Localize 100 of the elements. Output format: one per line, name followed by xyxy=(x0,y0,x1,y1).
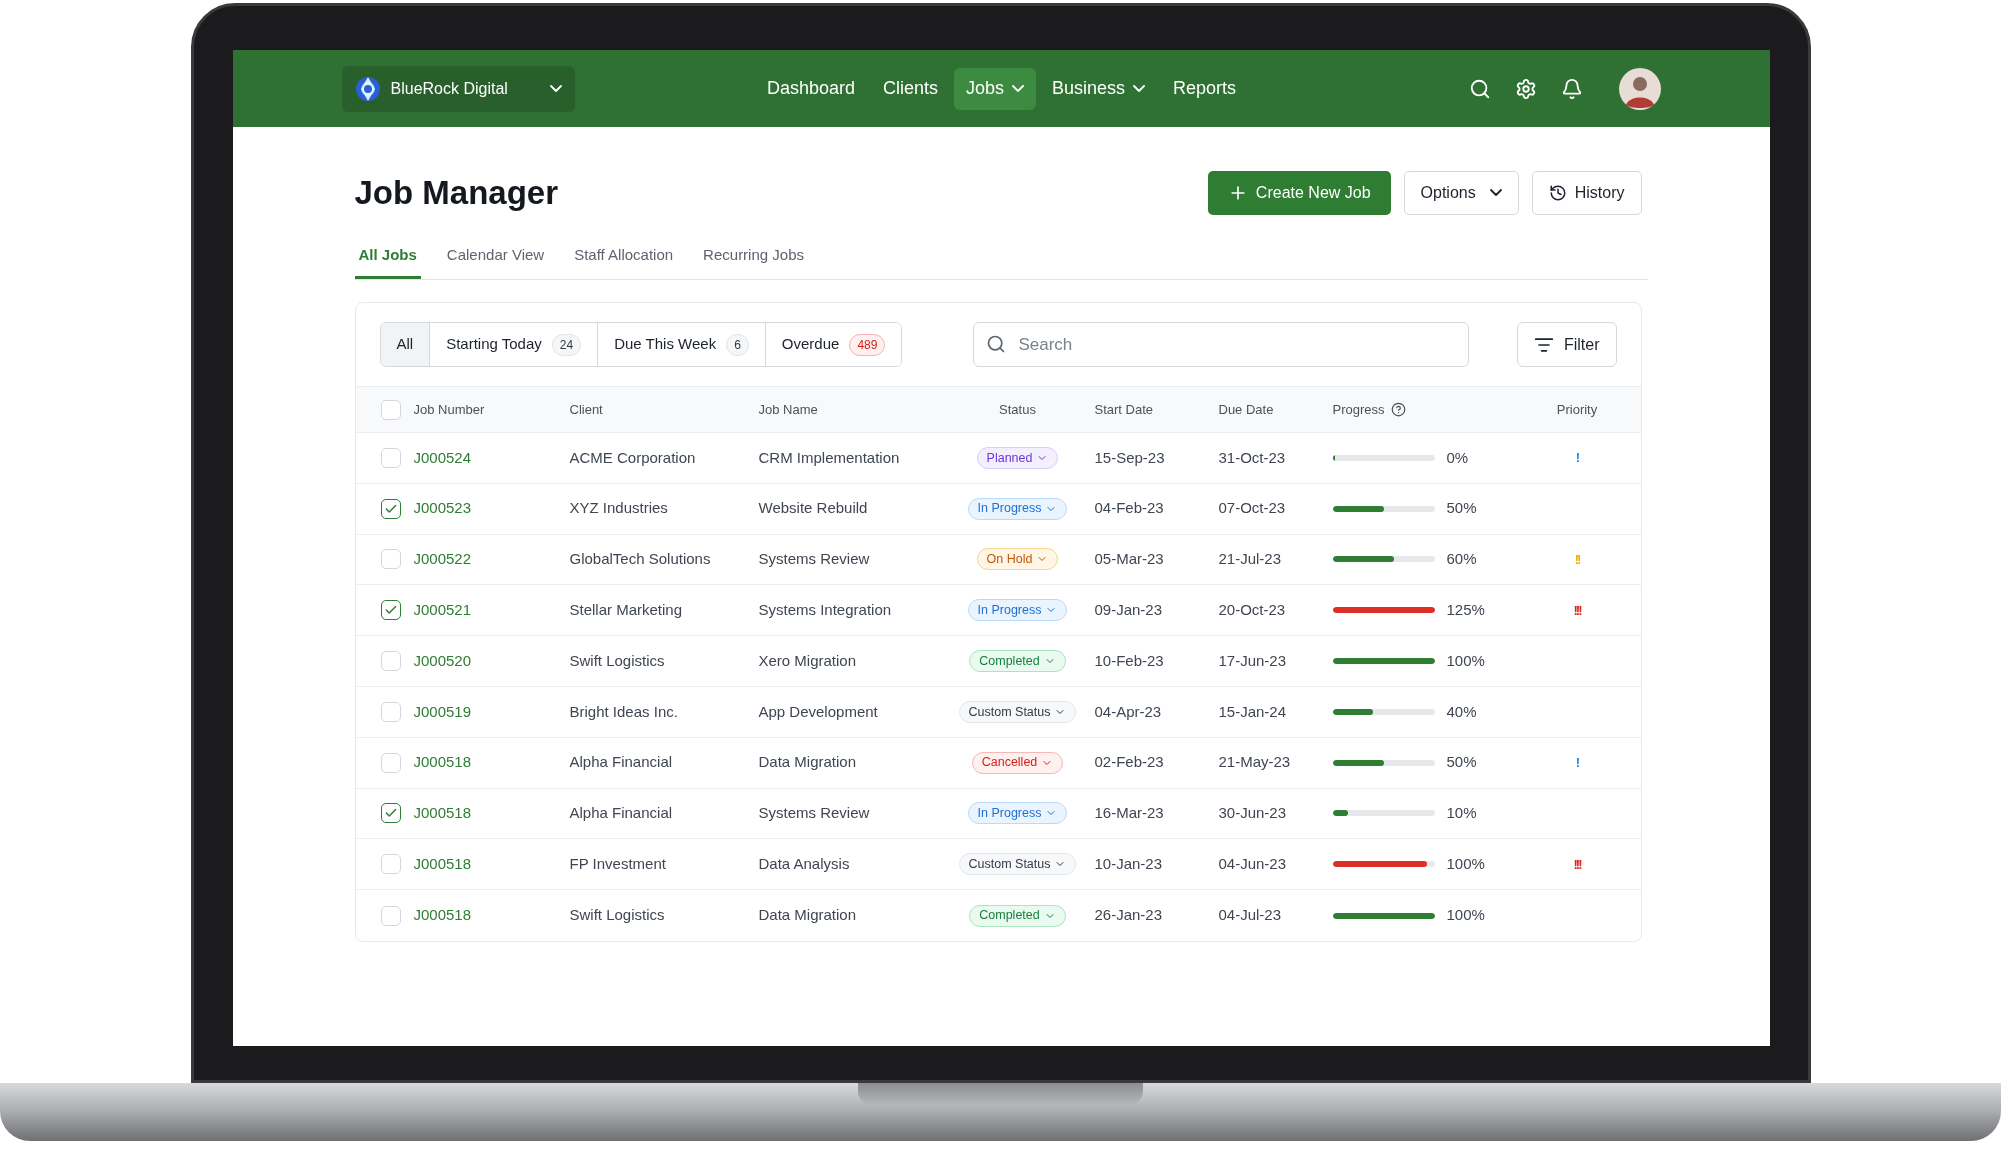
tab[interactable]: Calendar View xyxy=(442,243,549,279)
status-pill[interactable]: Completed xyxy=(969,904,1066,927)
progress-percent: 60% xyxy=(1446,549,1477,570)
progress-percent: 50% xyxy=(1446,752,1477,773)
job-number-link[interactable]: J000518 xyxy=(413,853,472,876)
nav-item[interactable]: Reports xyxy=(1161,67,1249,110)
table-cell-text: Bright Ideas Inc. xyxy=(569,701,678,722)
column-header: Job Number xyxy=(413,400,485,419)
job-number-link[interactable]: J000518 xyxy=(413,751,472,774)
table-row[interactable]: J000524 ACME Corporation CRM Implementation Planned 15-Sep-23 31-Oct-23 0% ! xyxy=(355,433,1641,484)
table-cell-text: Xero Migration xyxy=(758,650,857,671)
nav-item[interactable]: Dashboard xyxy=(754,67,867,110)
status-pill[interactable]: In Progress xyxy=(967,802,1068,825)
table-cell-text: 21-May-23 xyxy=(1218,752,1291,773)
tab[interactable]: All Jobs xyxy=(354,243,421,279)
table-cell-text: 07-Oct-23 xyxy=(1218,498,1286,519)
table-cell-text: FP Investment xyxy=(569,854,666,874)
table-row[interactable]: J000521 Stellar Marketing Systems Integration In Progress 09-Jan-23 20-Oct-23 125% !!! xyxy=(355,585,1641,637)
priority-mark: !!! xyxy=(1573,855,1581,874)
status-pill[interactable]: Cancelled xyxy=(971,751,1064,774)
nav-item[interactable]: Business xyxy=(1040,67,1158,110)
table-cell-text: 05-Mar-23 xyxy=(1094,549,1164,570)
progress-percent: 125% xyxy=(1446,600,1485,621)
table-cell-text: Stellar Marketing xyxy=(569,600,683,621)
table-cell-text: 20-Oct-23 xyxy=(1218,600,1286,621)
table-cell-text: Swift Logistics xyxy=(569,905,665,926)
user-avatar[interactable] xyxy=(1618,67,1661,110)
history-button[interactable]: History xyxy=(1531,170,1642,215)
search-icon xyxy=(986,334,1007,354)
progress-percent: 0% xyxy=(1446,447,1469,468)
table-row[interactable]: J000523 XYZ Industries Website Rebuild In Progress 04-Feb-23 07-Oct-23 50% xyxy=(355,483,1641,535)
status-pill[interactable]: Completed xyxy=(969,650,1066,673)
table-cell-text: 04-Jul-23 xyxy=(1218,905,1282,926)
column-header: Job Name xyxy=(758,400,818,419)
status-pill[interactable]: Custom Status xyxy=(958,853,1077,876)
row-checkbox[interactable] xyxy=(380,498,401,519)
job-number-link[interactable]: J000518 xyxy=(413,904,472,927)
history-icon xyxy=(1548,183,1567,202)
progress-percent: 40% xyxy=(1446,701,1477,722)
nav-item[interactable]: Clients xyxy=(870,67,950,110)
status-pill[interactable]: In Progress xyxy=(967,497,1068,520)
options-button[interactable]: Options xyxy=(1403,170,1519,215)
table-cell-text: Systems Review xyxy=(758,803,870,824)
status-pill[interactable]: Planned xyxy=(976,446,1059,469)
status-pill[interactable]: Custom Status xyxy=(958,700,1077,723)
job-number-link[interactable]: J000523 xyxy=(413,497,472,520)
priority-mark: ! xyxy=(1575,449,1579,468)
job-number-link[interactable]: J000520 xyxy=(413,649,472,673)
search-field[interactable]: Search xyxy=(973,322,1470,367)
table-row[interactable]: J000518 Swift Logistics Data Migration Completed 26-Jan-23 04-Jul-23 100% xyxy=(355,890,1641,941)
job-number-link[interactable]: J000521 xyxy=(413,599,472,622)
job-number-link[interactable]: J000519 xyxy=(413,700,472,724)
workspace-selector[interactable]: BlueRock Digital xyxy=(341,65,575,112)
table-cell-text: 02-Feb-23 xyxy=(1094,752,1164,773)
table-row[interactable]: J000518 FP Investment Data Analysis Custom Status 10-Jan-23 04-Jun-23 100% !!! xyxy=(355,839,1641,891)
count-badge: 6 xyxy=(726,333,749,356)
table-cell-text: App Development xyxy=(758,701,878,722)
table-cell-text: Data Migration xyxy=(758,905,857,926)
help-icon[interactable] xyxy=(1390,402,1406,417)
column-header: Progress xyxy=(1332,400,1385,419)
settings-icon[interactable] xyxy=(1514,77,1537,100)
create-job-button[interactable]: Create New Job xyxy=(1207,170,1391,215)
table-row[interactable]: J000519 Bright Ideas Inc. App Development Custom Status 04-Apr-23 15-Jan-24 40% xyxy=(355,687,1641,738)
tab[interactable]: Recurring Jobs xyxy=(699,243,808,279)
quick-filter[interactable]: All xyxy=(380,323,430,366)
priority-mark: ! xyxy=(1575,753,1579,772)
table-row[interactable]: J000522 GlobalTech Solutions Systems Review On Hold 05-Mar-23 21-Jul-23 60% !! xyxy=(355,534,1641,586)
table-cell-text: Alpha Financial xyxy=(569,752,673,773)
job-number-link[interactable]: J000522 xyxy=(413,548,472,571)
status-pill[interactable]: On Hold xyxy=(976,548,1059,571)
row-checkbox[interactable] xyxy=(380,600,401,621)
count-badge: 24 xyxy=(551,333,582,356)
job-number-link[interactable]: J000518 xyxy=(413,802,472,825)
column-header: Priority xyxy=(1556,400,1598,419)
search-icon[interactable] xyxy=(1468,77,1491,100)
notification-bell-icon[interactable] xyxy=(1560,77,1583,100)
job-number-link[interactable]: J000524 xyxy=(413,446,472,470)
table-cell-text: Systems Integration xyxy=(758,600,892,621)
column-header: Status xyxy=(999,400,1036,419)
nav-item[interactable]: Jobs xyxy=(954,67,1036,110)
quick-filter[interactable]: Overdue 489 xyxy=(764,323,902,366)
count-badge: 489 xyxy=(849,333,886,356)
progress-percent: 100% xyxy=(1446,905,1485,926)
status-pill[interactable]: In Progress xyxy=(967,599,1068,622)
tab[interactable]: Staff Allocation xyxy=(570,243,678,279)
table-cell-text: 04-Feb-23 xyxy=(1094,498,1164,519)
table-cell-text: 31-Oct-23 xyxy=(1218,447,1286,468)
table-cell-text: 10-Jan-23 xyxy=(1094,854,1163,874)
table-cell-text: 21-Jul-23 xyxy=(1218,549,1282,570)
table-row[interactable]: J000518 Alpha Financial Data Migration Cancelled 02-Feb-23 21-May-23 50% ! xyxy=(355,737,1641,789)
table-cell-text: 10-Feb-23 xyxy=(1094,650,1164,671)
row-checkbox[interactable] xyxy=(380,803,401,824)
table-cell-text: 04-Apr-23 xyxy=(1094,701,1162,722)
filter-button[interactable]: Filter xyxy=(1516,322,1617,367)
table-cell-text: Alpha Financial xyxy=(569,803,673,824)
table-cell-text: Data Analysis xyxy=(758,854,850,874)
table-row[interactable]: J000520 Swift Logistics Xero Migration Completed 10-Feb-23 17-Jun-23 100% xyxy=(355,636,1641,687)
table-cell-text: 15-Jan-24 xyxy=(1218,701,1287,722)
table-row[interactable]: J000518 Alpha Financial Systems Review In Progress 16-Mar-23 30-Jun-23 10% xyxy=(355,788,1641,840)
table-cell-text: Swift Logistics xyxy=(569,650,665,671)
